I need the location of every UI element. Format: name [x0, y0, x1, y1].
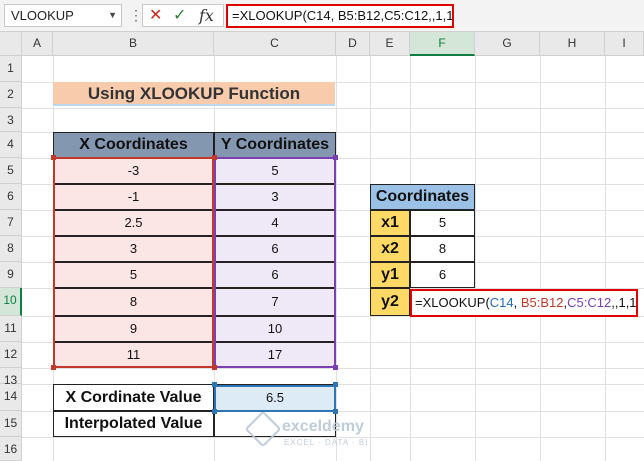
column-header-f[interactable]: F — [410, 32, 475, 56]
row-header-11[interactable]: 11 — [0, 316, 22, 342]
column-header-b[interactable]: B — [53, 32, 214, 56]
table-cell-x[interactable]: 3 — [53, 236, 214, 262]
table-cell-y[interactable]: 3 — [214, 184, 336, 210]
more-options-icon[interactable]: ⋮ — [129, 6, 143, 24]
range-handle[interactable] — [212, 365, 217, 370]
row-header-13[interactable]: 13 — [0, 368, 22, 387]
row-header-9[interactable]: 9 — [0, 262, 22, 288]
table-cell-x[interactable]: 2.5 — [53, 210, 214, 236]
cancel-icon[interactable]: ✕ — [149, 5, 162, 26]
sheet-title[interactable]: Using XLOOKUP Function — [53, 82, 335, 106]
select-all-corner[interactable] — [0, 32, 22, 56]
range-handle[interactable] — [51, 365, 56, 370]
table-cell-y[interactable]: 17 — [214, 342, 336, 368]
table-cell-x[interactable]: -1 — [53, 184, 214, 210]
formula-input[interactable]: =XLOOKUP(C14, B5:B12,C5:C12,,1,1) — [226, 4, 454, 28]
row-header-16[interactable]: 16 — [0, 437, 22, 461]
row-header-15[interactable]: 15 — [0, 411, 22, 437]
table-cell-y[interactable]: 5 — [214, 158, 336, 184]
range-handle[interactable] — [51, 155, 56, 160]
table-header-x[interactable]: X Coordinates — [53, 132, 214, 158]
coord-label-x2[interactable]: x2 — [370, 236, 410, 262]
table-cell-x[interactable]: 9 — [53, 316, 214, 342]
coordinates-header[interactable]: Coordinates — [370, 184, 475, 210]
name-box-value: VLOOKUP — [11, 8, 74, 23]
column-header-c[interactable]: C — [214, 32, 336, 56]
table-cell-x[interactable]: 8 — [53, 288, 214, 316]
exceldemy-logo-icon — [244, 410, 282, 448]
table-cell-y[interactable]: 10 — [214, 316, 336, 342]
coord-label-x1[interactable]: x1 — [370, 210, 410, 236]
column-header-i[interactable]: I — [605, 32, 644, 56]
formula-bar: VLOOKUP ▼ ⋮ ✕ ✓ fx =XLOOKUP(C14, B5:B12,… — [0, 0, 644, 32]
formula-ref-c5-c12: C5:C12 — [567, 295, 612, 310]
insert-function-icon[interactable]: fx — [199, 5, 214, 26]
row-header-3[interactable]: 3 — [0, 108, 22, 132]
gridline — [540, 56, 541, 461]
range-handle[interactable] — [333, 155, 338, 160]
formula-args: ,,1,1) — [611, 295, 638, 310]
formula-ref-c14: C14 — [489, 295, 514, 310]
gridline — [336, 56, 337, 461]
coord-value-y1[interactable]: 6 — [410, 262, 475, 288]
x-coordinate-value[interactable]: 6.5 — [214, 384, 336, 411]
table-cell-y[interactable]: 6 — [214, 262, 336, 288]
name-box[interactable]: VLOOKUP ▼ — [4, 4, 122, 27]
row-header-8[interactable]: 8 — [0, 236, 22, 262]
column-header-g[interactable]: G — [475, 32, 540, 56]
table-header-y[interactable]: Y Coordinates — [214, 132, 336, 158]
watermark-name: exceldemy — [282, 418, 364, 435]
table-cell-y[interactable]: 6 — [214, 236, 336, 262]
row-header-6[interactable]: 6 — [0, 184, 22, 210]
exceldemy-watermark: exceldemy EXCEL · DATA · BI — [244, 410, 370, 454]
interpolated-label[interactable]: Interpolated Value — [53, 411, 214, 437]
gridline — [605, 56, 606, 461]
coord-label-y1[interactable]: y1 — [370, 262, 410, 288]
active-cell-f10-editor[interactable]: =XLOOKUP(C14, B5:B12,C5:C12,,1,1) — [410, 289, 638, 317]
x-coordinate-label[interactable]: X Cordinate Value — [53, 384, 214, 411]
gridline — [22, 108, 644, 109]
table-cell-y[interactable]: 7 — [214, 288, 336, 316]
range-handle[interactable] — [212, 382, 217, 387]
table-cell-y[interactable]: 4 — [214, 210, 336, 236]
coord-label-y2[interactable]: y2 — [370, 288, 410, 316]
row-header-1[interactable]: 1 — [0, 56, 22, 82]
row-header-4[interactable]: 4 — [0, 132, 22, 158]
range-handle[interactable] — [333, 365, 338, 370]
row-header-7[interactable]: 7 — [0, 210, 22, 236]
formula-buttons: ✕ ✓ fx — [142, 4, 224, 27]
range-handle[interactable] — [212, 155, 217, 160]
column-header-e[interactable]: E — [370, 32, 410, 56]
formula-ref-b5-b12: B5:B12 — [520, 295, 564, 310]
range-handle[interactable] — [212, 409, 217, 414]
coord-value-x1[interactable]: 5 — [410, 210, 475, 236]
range-handle[interactable] — [333, 382, 338, 387]
row-header-12[interactable]: 12 — [0, 342, 22, 368]
formula-sep: , — [513, 295, 521, 310]
watermark-tag: EXCEL · DATA · BI — [284, 438, 369, 447]
formula-fn: =XLOOKUP( — [415, 295, 490, 310]
chevron-down-icon[interactable]: ▼ — [108, 5, 117, 26]
coord-value-x2[interactable]: 8 — [410, 236, 475, 262]
row-header-2[interactable]: 2 — [0, 82, 22, 108]
row-header-5[interactable]: 5 — [0, 158, 22, 184]
table-cell-x[interactable]: 11 — [53, 342, 214, 368]
table-cell-x[interactable]: 5 — [53, 262, 214, 288]
column-header-h[interactable]: H — [540, 32, 605, 56]
gridline — [475, 56, 476, 461]
column-header-a[interactable]: A — [22, 32, 53, 56]
column-header-d[interactable]: D — [336, 32, 370, 56]
table-cell-x[interactable]: -3 — [53, 158, 214, 184]
enter-check-icon[interactable]: ✓ — [173, 5, 186, 26]
row-header-10[interactable]: 10 — [0, 288, 22, 316]
row-header-14[interactable]: 14 — [0, 384, 22, 411]
